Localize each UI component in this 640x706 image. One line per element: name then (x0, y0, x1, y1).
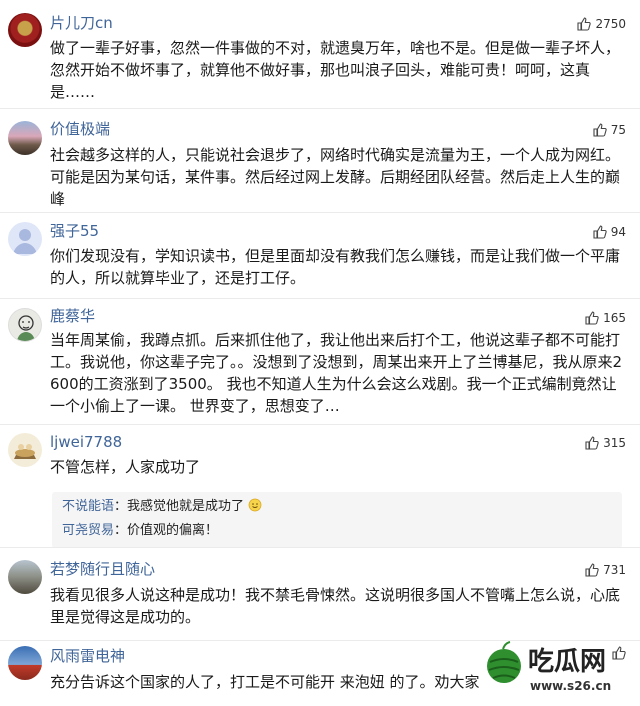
thumbs-up-icon (577, 17, 592, 31)
username[interactable]: 鹿蔡华 (50, 306, 95, 326)
comment-item: 若梦随行且随心 731 我看见很多人说这种是成功！我不禁毛骨悚然。这说明很多国人… (0, 548, 640, 640)
thumbs-up-icon (593, 123, 607, 137)
like-button[interactable]: 94 (593, 222, 626, 242)
watermark-brand: 吃瓜网 (528, 647, 606, 677)
like-button[interactable]: 165 (585, 308, 626, 328)
comment-text: 我看见很多人说这种是成功！我不禁毛骨悚然。这说明很多国人不管嘴上怎么说，心底里是… (50, 586, 621, 626)
like-count: 731 (603, 563, 626, 577)
avatar[interactable] (8, 308, 42, 342)
reply-text: 价值观的偏离！ (127, 523, 219, 538)
username[interactable]: 片儿刀cn (50, 13, 113, 33)
like-button[interactable]: 2750 (577, 14, 626, 34)
comment-item: ljwei7788 315 不管怎样，人家成功了 不说能语：我感觉他就是成功了 … (0, 425, 640, 548)
comment-item: 强子55 94 你们发现没有，学知识读书，但是里面却没有教我们怎么赚钱，而是让我… (0, 213, 640, 298)
reply-text: 我感觉他就是成功了 (127, 499, 245, 514)
avatar[interactable] (8, 13, 42, 47)
comment-item: 片儿刀cn 2750 做了一辈子好事，忽然一件事做的不对，就遗臭万年，啥也不是。… (0, 0, 640, 108)
avatar[interactable] (8, 121, 42, 155)
like-count: 94 (610, 225, 626, 239)
avatar[interactable] (8, 560, 42, 594)
username[interactable]: 风雨雷电神 (50, 646, 125, 666)
comment-item: 鹿蔡华 165 当年周某偷，我蹲点抓。后来抓住他了，我让他出来后打个工，他说这辈… (0, 299, 640, 424)
like-count: 2750 (595, 17, 626, 31)
comment-text: 当年周某偷，我蹲点抓。后来抓住他了，我让他出来后打个工，他说这辈子都不可能打工。… (50, 331, 623, 415)
thumbs-up-icon (593, 225, 607, 239)
reply-list: 不说能语：我感觉他就是成功了 可尧贸易：价值观的偏离！ (52, 492, 622, 548)
like-count: 75 (610, 123, 626, 137)
reply-username[interactable]: 可尧贸易 (62, 523, 114, 538)
avatar[interactable] (8, 433, 42, 467)
avatar[interactable] (8, 222, 42, 256)
like-button[interactable]: 315 (585, 433, 626, 453)
username[interactable]: 强子55 (50, 221, 99, 241)
comment-text: 做了一辈子好事，忽然一件事做的不对，就遗臭万年，啥也不是。但是做一辈子坏人，忽然… (50, 39, 621, 101)
comment-text: 社会越多这样的人，只能说社会退步了，网络时代确实是流量为王，一个人成为网红。可能… (50, 146, 621, 208)
username[interactable]: ljwei7788 (50, 432, 122, 452)
reply-username[interactable]: 不说能语 (62, 499, 114, 514)
comment-item: 价值极端 75 社会越多这样的人，只能说社会退步了，网络时代确实是流量为王，一个… (0, 109, 640, 212)
comment-text: 你们发现没有，学知识读书，但是里面却没有教我们怎么赚钱，而是让我们做一个平庸的人… (50, 247, 621, 287)
like-button[interactable]: 75 (593, 120, 626, 140)
like-count: 165 (603, 311, 626, 325)
username[interactable]: 价值极端 (50, 119, 110, 139)
site-watermark: 吃瓜网 www.s26.cn (484, 638, 634, 698)
like-button[interactable]: 731 (585, 560, 626, 580)
reply-item: 不说能语：我感觉他就是成功了 (62, 498, 262, 516)
smiley-emoji-icon (248, 498, 262, 512)
thumbs-up-icon (585, 311, 599, 325)
thumbs-up-icon (585, 563, 599, 577)
avatar[interactable] (8, 646, 42, 680)
comment-text: 不管怎样，人家成功了 (50, 458, 201, 476)
reply-item: 可尧贸易：价值观的偏离！ (62, 523, 219, 538)
thumbs-up-icon (585, 436, 599, 450)
username[interactable]: 若梦随行且随心 (50, 559, 155, 579)
watermark-url: www.s26.cn (530, 679, 611, 693)
like-count: 315 (603, 436, 626, 450)
